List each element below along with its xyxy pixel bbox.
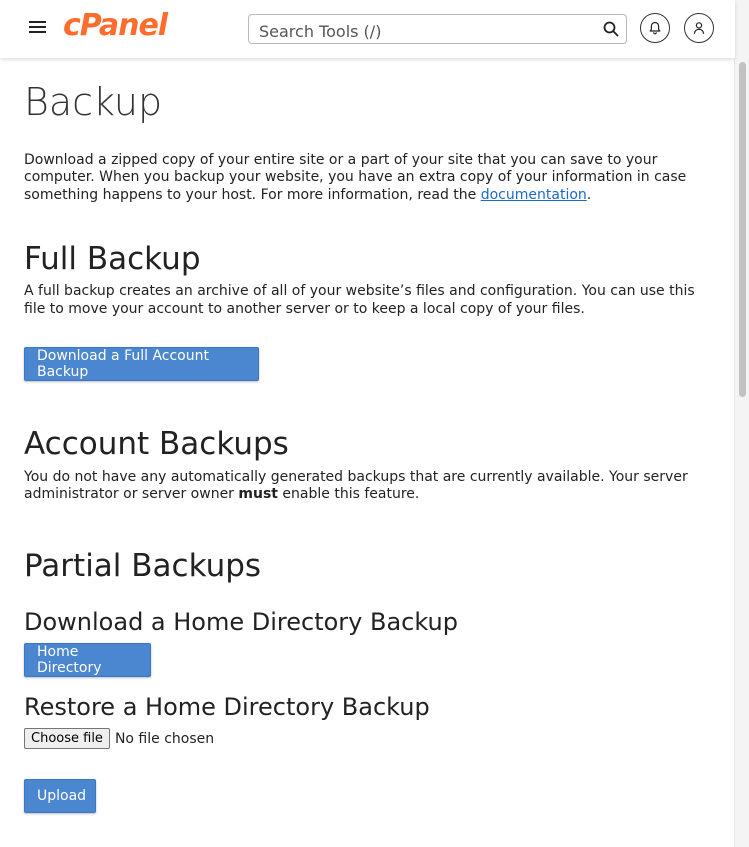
top-navigation-bar: cPanel: [0, 0, 735, 58]
hamburger-menu-icon[interactable]: [29, 19, 47, 37]
documentation-link[interactable]: documentation: [481, 187, 587, 203]
user-icon: [693, 22, 705, 34]
search-icon[interactable]: [603, 21, 619, 37]
restore-home-directory-heading: Restore a Home Directory Backup: [24, 692, 430, 721]
scrollbar[interactable]: [734, 0, 749, 847]
file-input: Choose file No file chosen: [24, 728, 714, 750]
home-directory-button[interactable]: Home Directory: [24, 642, 151, 677]
upload-button[interactable]: Upload: [24, 779, 96, 814]
page-title: Backup: [24, 80, 163, 124]
no-file-chosen-text: No file chosen: [114, 730, 215, 747]
account-backups-description: You do not have any automatically genera…: [24, 468, 688, 503]
bell-icon: [649, 21, 661, 35]
partial-backups-heading: Partial Backups: [24, 547, 262, 584]
intro-text: Download a zipped copy of your entire si…: [24, 151, 687, 203]
download-full-backup-button[interactable]: Download a Full Account Backup: [24, 347, 259, 382]
search-input[interactable]: [257, 20, 601, 42]
account-backups-heading: Account Backups: [24, 426, 289, 463]
main-content: Backup Download a zipped copy of your en…: [24, 58, 714, 814]
scrollbar-thumb[interactable]: [739, 62, 746, 397]
choose-file-button[interactable]: Choose file: [24, 728, 110, 750]
download-home-directory-heading: Download a Home Directory Backup: [24, 607, 458, 636]
search-box: [248, 14, 627, 44]
cpanel-logo[interactable]: cPanel: [63, 8, 168, 43]
full-backup-description: A full backup creates an archive of all …: [24, 283, 695, 317]
full-backup-heading: Full Backup: [24, 241, 201, 278]
notifications-button[interactable]: [640, 13, 670, 43]
account-button[interactable]: [684, 13, 714, 43]
